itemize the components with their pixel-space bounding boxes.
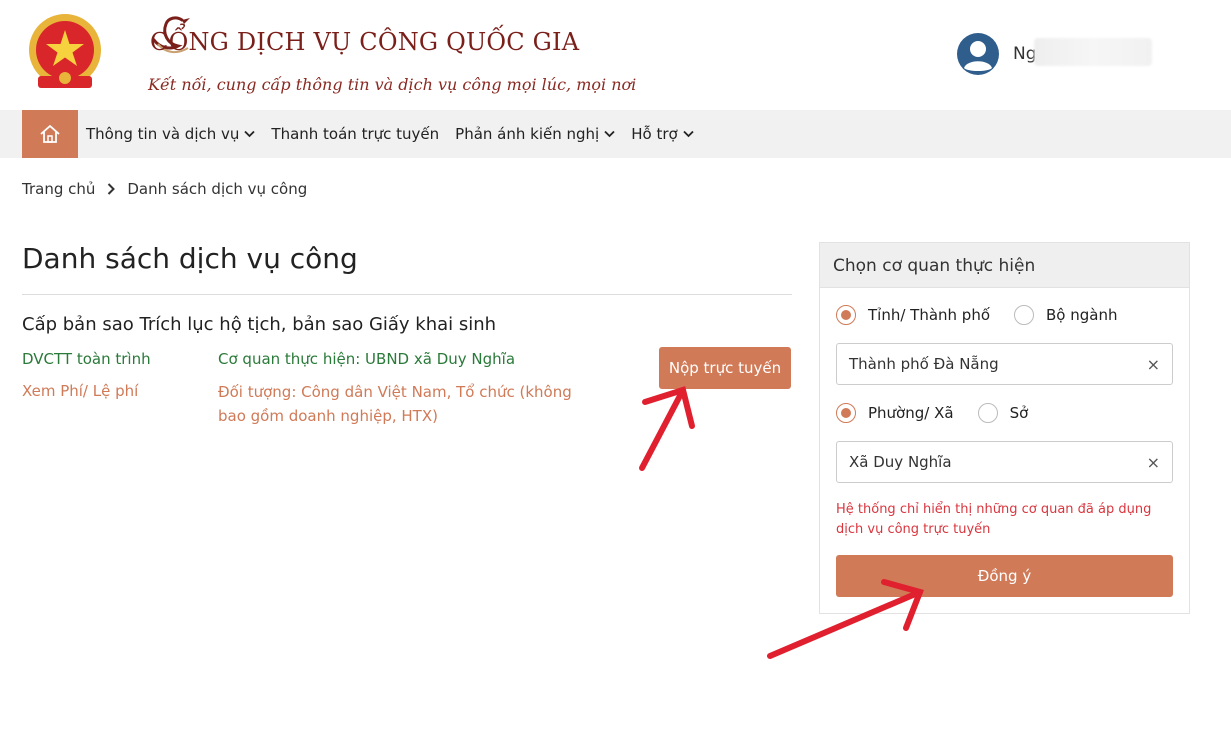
province-select[interactable]: Thành phố Đà Nẵng × — [836, 343, 1173, 385]
level1-radio-group: Tỉnh/ Thành phố Bộ ngành — [836, 305, 1142, 325]
chevron-right-icon — [108, 183, 116, 195]
nav-item-feedback[interactable]: Phản ánh kiến nghị — [455, 125, 615, 143]
nav-item-label: Hỗ trợ — [631, 125, 678, 143]
home-icon — [40, 125, 60, 143]
service-title-link[interactable]: Cấp bản sao Trích lục hộ tịch, bản sao G… — [22, 314, 496, 335]
radio-department[interactable] — [977, 403, 998, 423]
clear-icon[interactable]: × — [1147, 453, 1160, 472]
page-title: Danh sách dịch vụ công — [22, 242, 358, 275]
panel-title: Chọn cơ quan thực hiện — [820, 243, 1189, 288]
nav-item-label: Phản ánh kiến nghị — [455, 125, 600, 143]
nav-item-label: Thanh toán trực tuyến — [271, 125, 440, 143]
main-nav: Thông tin và dịch vụ Thanh toán trực tuy… — [0, 110, 1231, 158]
breadcrumb: Trang chủ Danh sách dịch vụ công — [22, 180, 307, 198]
nav-item-support[interactable]: Hỗ trợ — [631, 125, 694, 143]
clear-icon[interactable]: × — [1147, 355, 1160, 374]
nav-item-info-services[interactable]: Thông tin và dịch vụ — [86, 125, 256, 143]
user-name[interactable]: Ng — [1013, 44, 1037, 64]
ward-select-value: Xã Duy Nghĩa — [849, 453, 952, 471]
agree-button[interactable]: Đồng ý — [836, 555, 1173, 597]
breadcrumb-home-link[interactable]: Trang chủ — [22, 180, 95, 198]
service-fee-link[interactable]: Xem Phí/ Lệ phí — [22, 382, 138, 400]
radio-province-label: Tỉnh/ Thành phố — [868, 306, 991, 324]
panel-note: Hệ thống chỉ hiển thị những cơ quan đã á… — [836, 502, 1152, 537]
radio-ministry[interactable] — [1014, 305, 1035, 325]
radio-province[interactable] — [836, 305, 856, 325]
radio-ward[interactable] — [836, 403, 856, 423]
province-select-value: Thành phố Đà Nẵng — [849, 355, 999, 373]
brand-slogan: Kết nối, cung cấp thông tin và dịch vụ c… — [148, 75, 637, 94]
radio-ward-label: Phường/ Xã — [868, 404, 954, 422]
level2-radio-group: Phường/ Xã Sở — [836, 403, 1052, 423]
chevron-down-icon — [604, 130, 615, 138]
service-target: Đối tượng: Công dân Việt Nam, Tổ chức (k… — [218, 383, 572, 425]
chevron-down-icon — [244, 130, 256, 138]
service-type-label: DVCTT toàn trình — [22, 350, 151, 368]
breadcrumb-current: Danh sách dịch vụ công — [127, 180, 308, 198]
brand-title[interactable]: CỔNG DỊCH VỤ CÔNG QUỐC GIA — [150, 28, 579, 56]
national-emblem-icon[interactable] — [22, 10, 108, 96]
service-agency: Cơ quan thực hiện: UBND xã Duy Nghĩa — [218, 350, 516, 368]
nav-item-label: Thông tin và dịch vụ — [86, 125, 240, 143]
nav-item-online-payment[interactable]: Thanh toán trực tuyến — [271, 125, 439, 143]
radio-department-label: Sở — [1009, 404, 1029, 422]
radio-ministry-label: Bộ ngành — [1046, 306, 1118, 324]
user-avatar-icon[interactable] — [956, 32, 1000, 76]
user-name-redaction — [1034, 38, 1152, 66]
title-divider — [22, 294, 792, 295]
annotation-arrow-submit — [639, 386, 695, 471]
site-header: CỔNG DỊCH VỤ CÔNG QUỐC GIA Kết nối, cung… — [0, 0, 1231, 110]
ward-select[interactable]: Xã Duy Nghĩa × — [836, 441, 1173, 483]
submit-online-button[interactable]: Nộp trực tuyến — [659, 347, 791, 389]
agency-filter-panel: Chọn cơ quan thực hiện Tỉnh/ Thành phố B… — [819, 242, 1190, 614]
chevron-down-icon — [683, 130, 694, 138]
nav-home-button[interactable] — [22, 110, 78, 158]
